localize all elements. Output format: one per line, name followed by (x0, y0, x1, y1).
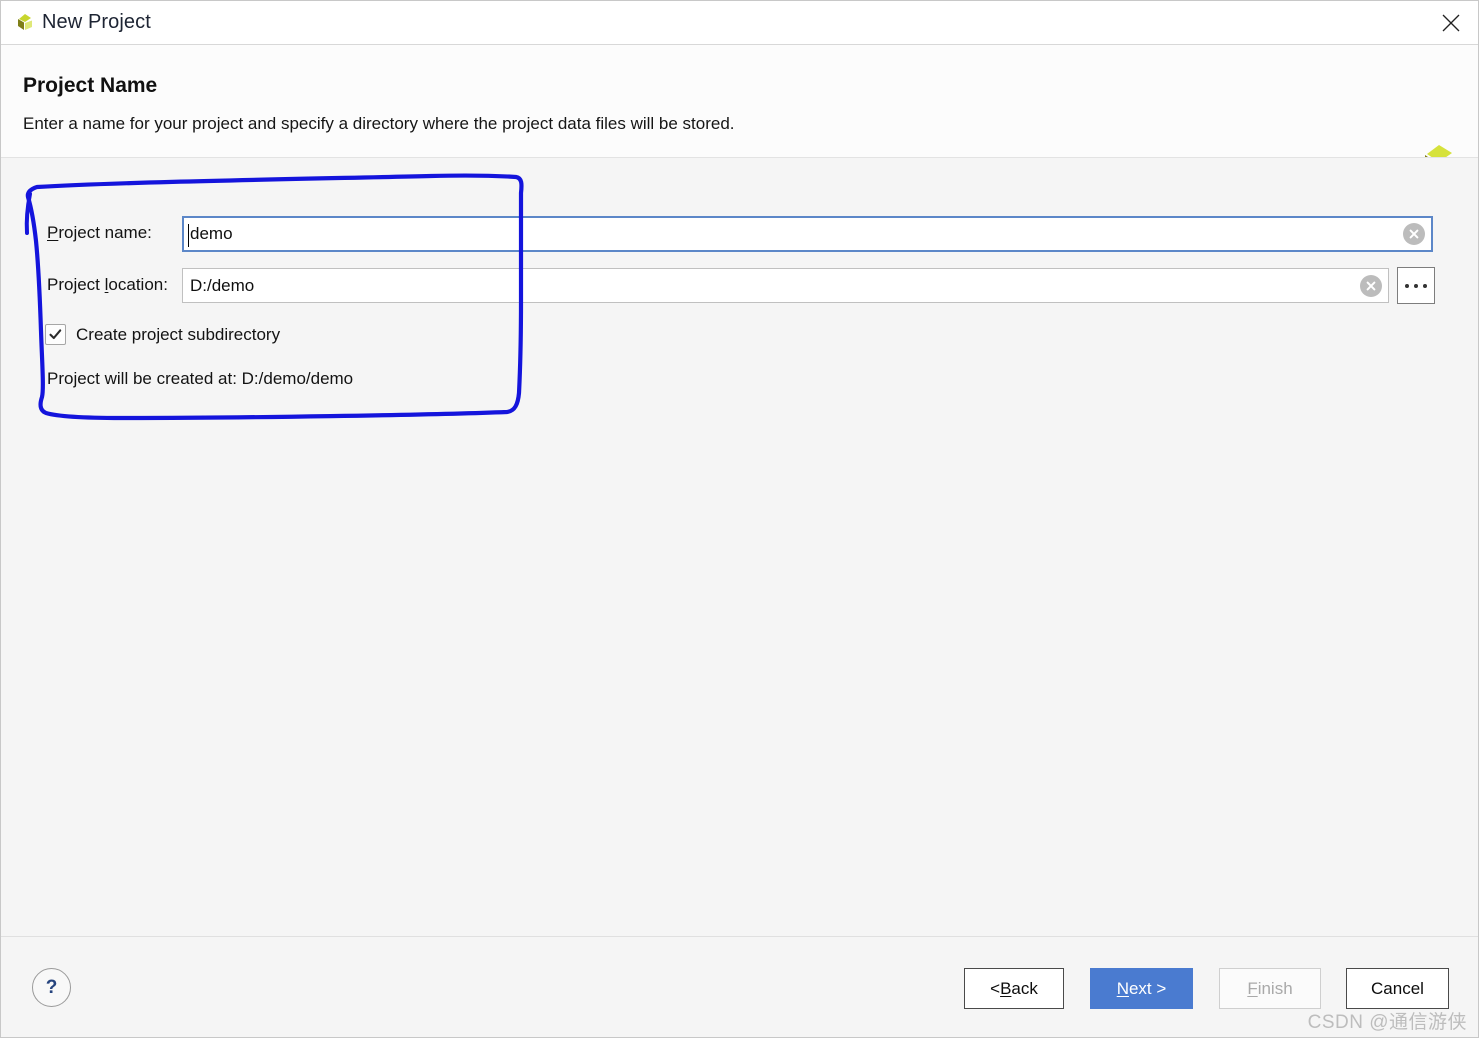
window-title: New Project (42, 11, 151, 33)
finish-button-mnemonic: F (1247, 978, 1258, 998)
project-location-label-rest: ocation: (108, 275, 168, 294)
clear-icon[interactable] (1360, 275, 1382, 297)
next-button-rest: ext > (1128, 978, 1167, 998)
project-name-label: Project name: (47, 223, 152, 243)
page-title: Project Name (23, 74, 158, 97)
text-caret (188, 224, 189, 247)
back-button[interactable]: < Back (964, 968, 1064, 1009)
project-name-label-rest: roject name: (58, 223, 152, 242)
ellipsis-icon (1405, 283, 1427, 288)
qt-logo-icon (14, 12, 36, 34)
project-name-input[interactable]: demo (182, 216, 1433, 252)
close-icon[interactable] (1422, 1, 1478, 44)
browse-directory-button[interactable] (1397, 267, 1435, 304)
project-location-label-pre: Project (47, 275, 105, 294)
cancel-button[interactable]: Cancel (1346, 968, 1449, 1009)
back-button-mnemonic: B (1000, 978, 1012, 998)
create-subdirectory-checkbox[interactable]: Create project subdirectory (45, 324, 280, 345)
watermark: CSDN @通信游侠 (1307, 1012, 1467, 1033)
back-button-rest: ack (1011, 978, 1038, 998)
clear-icon[interactable] (1403, 223, 1425, 245)
created-at-text: Project will be created at: D:/demo/demo (47, 369, 354, 388)
project-name-value: demo (190, 224, 233, 243)
titlebar: New Project (1, 1, 1478, 45)
back-button-pre: < (990, 978, 1001, 998)
dialog-footer: ? < Back Next > Finish Cancel (1, 936, 1478, 1037)
project-location-value: D:/demo (190, 275, 255, 295)
finish-button-rest: inish (1257, 978, 1293, 998)
project-name-label-mnemonic: P (47, 223, 59, 242)
page-subtitle: Enter a name for your project and specif… (23, 114, 735, 133)
create-subdirectory-label: Create project subdirectory (76, 324, 281, 344)
new-project-dialog: New Project Project Name Enter a name fo… (0, 0, 1479, 1038)
next-button-mnemonic: N (1116, 978, 1129, 998)
wizard-header: Project Name Enter a name for your proje… (1, 45, 1478, 185)
help-button[interactable]: ? (32, 968, 71, 1007)
checkmark-icon (45, 324, 66, 345)
finish-button: Finish (1219, 968, 1321, 1009)
cancel-button-label: Cancel (1371, 978, 1424, 998)
next-button[interactable]: Next > (1090, 968, 1193, 1009)
project-location-input[interactable]: D:/demo (182, 268, 1389, 303)
project-location-label: Project location: (47, 275, 168, 295)
